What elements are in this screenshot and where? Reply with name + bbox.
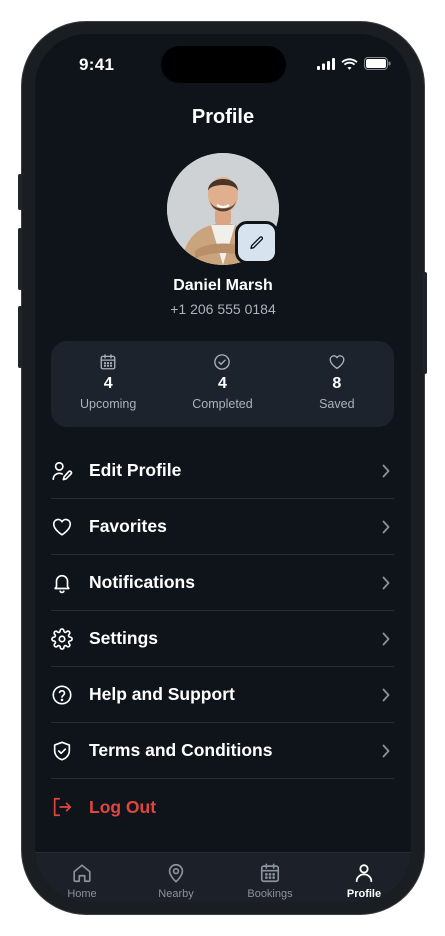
side-button-power	[423, 272, 427, 374]
avatar-container	[167, 153, 279, 265]
tab-profile[interactable]: Profile	[317, 853, 411, 902]
user-phone: +1 206 555 0184	[170, 301, 276, 317]
chevron-right-icon	[378, 688, 394, 702]
check-circle-icon	[214, 354, 231, 370]
pencil-icon	[249, 235, 263, 249]
logout-button[interactable]: Log Out	[51, 779, 394, 835]
tab-nearby[interactable]: Nearby	[129, 853, 223, 902]
menu-item-favorites[interactable]: Favorites	[51, 499, 394, 555]
chevron-right-icon	[378, 576, 394, 590]
menu-item-terms[interactable]: Terms and Conditions	[51, 723, 394, 779]
status-time: 9:41	[79, 55, 115, 74]
page-title: Profile	[191, 106, 255, 128]
status-icons	[317, 57, 391, 70]
menu-item-notifications[interactable]: Notifications	[51, 555, 394, 611]
user-icon	[355, 864, 373, 883]
menu-item-label: Settings	[89, 628, 159, 648]
heart-icon	[329, 355, 345, 370]
side-button-volume-up	[18, 228, 22, 290]
help-icon	[51, 684, 73, 706]
stat-value: 4	[218, 375, 227, 392]
edit-photo-button[interactable]	[235, 221, 278, 264]
menu-item-label: Help and Support	[89, 684, 235, 704]
chevron-right-icon	[378, 520, 394, 534]
stat-completed[interactable]: 4 Completed	[165, 341, 279, 427]
logout-icon	[51, 796, 73, 818]
menu-item-label: Notifications	[89, 572, 195, 592]
profile-menu: Edit Profile Favorites Notifications Set…	[51, 443, 394, 835]
menu-item-label: Favorites	[89, 516, 167, 536]
stat-value: 4	[103, 375, 113, 392]
tab-label: Bookings	[247, 888, 293, 900]
stat-value: 8	[332, 375, 342, 392]
stat-label: Saved	[319, 397, 355, 411]
menu-item-settings[interactable]: Settings	[51, 611, 394, 667]
side-button-volume-down	[18, 306, 22, 368]
wifi-icon	[341, 57, 358, 70]
chevron-right-icon	[378, 744, 394, 758]
calendar-icon	[260, 863, 280, 883]
stat-label: Completed	[192, 397, 253, 411]
stat-upcoming[interactable]: 4 Upcoming	[51, 341, 165, 427]
chevron-right-icon	[378, 632, 394, 646]
map-pin-icon	[168, 863, 184, 883]
side-button-action	[18, 174, 22, 210]
menu-item-label: Edit Profile	[89, 460, 182, 480]
tab-label: Profile	[346, 888, 382, 900]
signal-icon	[317, 57, 335, 70]
tab-bookings[interactable]: Bookings	[223, 853, 317, 902]
stat-saved[interactable]: 8 Saved	[280, 341, 394, 427]
tab-label: Home	[67, 888, 97, 900]
screen: 9:41 Profile Daniel Marsh +1 206 555 018…	[35, 34, 411, 902]
stat-label: Upcoming	[80, 397, 137, 411]
bottom-tab-bar: Home Nearby Bookings Profile	[35, 852, 411, 902]
menu-item-help-support[interactable]: Help and Support	[51, 667, 394, 723]
menu-item-edit-profile[interactable]: Edit Profile	[51, 443, 394, 499]
battery-icon	[364, 57, 391, 70]
stats-card: 4 Upcoming 4 Completed 8 Saved	[51, 341, 394, 427]
user-name: Daniel Marsh	[173, 277, 273, 294]
tab-label: Nearby	[158, 888, 194, 900]
gear-icon	[51, 627, 73, 650]
tab-home[interactable]: Home	[35, 853, 129, 902]
shield-check-icon	[51, 740, 73, 762]
menu-item-label: Terms and Conditions	[89, 740, 273, 760]
user-edit-icon	[51, 460, 73, 482]
dynamic-island	[161, 46, 286, 83]
logout-label: Log Out	[89, 796, 157, 817]
calendar-icon	[100, 354, 116, 370]
home-icon	[73, 864, 91, 883]
bell-icon	[51, 572, 73, 594]
heart-icon	[51, 516, 73, 538]
chevron-right-icon	[378, 464, 394, 478]
